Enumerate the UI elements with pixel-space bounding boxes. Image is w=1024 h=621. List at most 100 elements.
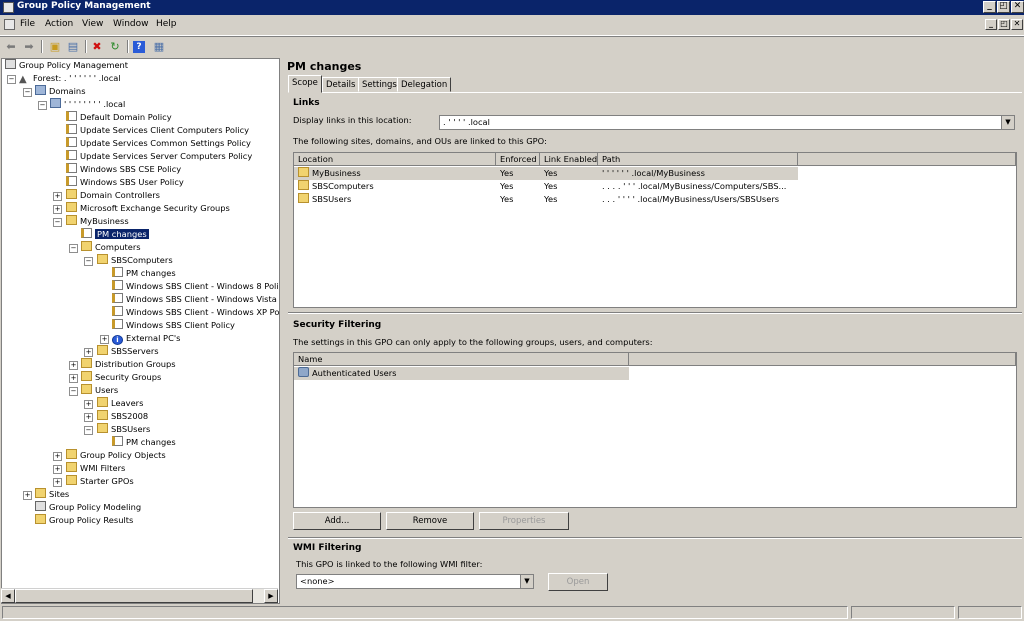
list-item[interactable]: Authenticated Users — [294, 367, 629, 380]
tree-node-pm-changes-3[interactable]: PM changes — [112, 436, 176, 448]
tree-node-forest[interactable]: ▲ Forest: . ' ' ' ' ' ' .local — [19, 72, 121, 85]
tree-node-users[interactable]: Users — [81, 384, 118, 396]
tree-node-leavers[interactable]: Leavers — [97, 397, 143, 409]
tree-node-sbs-vista[interactable]: Windows SBS Client - Windows Vista Po — [112, 293, 279, 305]
tab-delegation[interactable]: Delegation — [397, 77, 452, 92]
tree-node-sbscomputers[interactable]: SBSComputers — [97, 254, 173, 266]
tree-node-external-pcs[interactable]: i External PC's — [112, 332, 180, 345]
tree-node-default-domain-policy[interactable]: Default Domain Policy — [66, 111, 172, 123]
tree-node-exchange-groups[interactable]: Microsoft Exchange Security Groups — [66, 202, 230, 214]
expand-icon[interactable]: + — [84, 400, 93, 409]
expand-icon[interactable]: + — [84, 348, 93, 357]
tree-node-pm-changes-selected[interactable]: PM changes — [81, 228, 149, 240]
expand-icon[interactable]: + — [100, 335, 109, 344]
menu-help[interactable]: Help — [156, 19, 177, 29]
tree-node-starter-gpos[interactable]: Starter GPOs — [66, 475, 134, 487]
tab-details[interactable]: Details — [322, 77, 360, 92]
expand-icon[interactable]: + — [69, 361, 78, 370]
tree-node-domain-controllers[interactable]: Domain Controllers — [66, 189, 160, 201]
tree-node-domains[interactable]: Domains — [35, 85, 86, 97]
tree-node-sites[interactable]: Sites — [35, 488, 69, 500]
tree-horizontal-scrollbar[interactable]: ◀ ▶ — [1, 588, 278, 603]
open-button[interactable]: Open — [548, 573, 608, 591]
child-restore-button[interactable]: ◰ — [998, 19, 1010, 30]
restore-button[interactable]: ◰ — [997, 1, 1010, 13]
tree-node-mybusiness[interactable]: MyBusiness — [66, 215, 129, 227]
column-header-name[interactable]: Name — [294, 353, 629, 366]
menu-view[interactable]: View — [82, 19, 103, 29]
table-row[interactable]: MyBusiness Yes Yes ' ' ' ' ' ' .local/My… — [294, 167, 798, 180]
tree-node-gpo-objects[interactable]: Group Policy Objects — [66, 449, 166, 461]
tree-node-sbsservers[interactable]: SBSServers — [97, 345, 159, 357]
menu-file[interactable]: File — [20, 19, 35, 29]
tree-node-update-client[interactable]: Update Services Client Computers Policy — [66, 124, 249, 136]
scroll-thumb[interactable] — [15, 589, 253, 603]
collapse-icon[interactable]: − — [84, 426, 93, 435]
refresh-icon[interactable]: ↻ — [107, 39, 123, 54]
collapse-icon[interactable]: − — [69, 387, 78, 396]
tree-node-modeling[interactable]: Group Policy Modeling — [35, 501, 141, 513]
scroll-left-icon[interactable]: ◀ — [1, 589, 15, 603]
table-row[interactable]: SBSUsers Yes Yes . . . ' ' ' ' .local/My… — [294, 193, 798, 206]
expand-icon[interactable]: + — [53, 452, 62, 461]
tree-node-sbs-xp[interactable]: Windows SBS Client - Windows XP Polic — [112, 306, 279, 318]
tab-scope[interactable]: Scope — [288, 75, 322, 93]
collapse-icon[interactable]: − — [7, 75, 16, 84]
location-dropdown[interactable]: . ' ' ' ' .local ▼ — [439, 115, 1015, 130]
child-minimize-button[interactable]: _ — [985, 19, 997, 30]
tree-node-pm-changes-2[interactable]: PM changes — [112, 267, 176, 279]
delete-icon[interactable]: ✖ — [89, 39, 105, 54]
child-close-button[interactable]: ✕ — [1011, 19, 1023, 30]
tree-node-sbsusers[interactable]: SBSUsers — [97, 423, 150, 435]
close-button[interactable]: ✕ — [1011, 1, 1024, 13]
minimize-button[interactable]: _ — [983, 1, 996, 13]
tree-node-sbs-cse[interactable]: Windows SBS CSE Policy — [66, 163, 181, 175]
table-row[interactable]: SBSComputers Yes Yes . . . . ' ' ' .loca… — [294, 180, 798, 193]
dropdown-arrow-icon[interactable]: ▼ — [1001, 116, 1014, 129]
tree-node-computers[interactable]: Computers — [81, 241, 141, 253]
menu-window[interactable]: Window — [113, 19, 149, 29]
tree-node-root[interactable]: Group Policy Management — [5, 59, 128, 71]
tree-node-update-common[interactable]: Update Services Common Settings Policy — [66, 137, 251, 149]
tree-node-wmi-filters[interactable]: WMI Filters — [66, 462, 125, 474]
tree-node-sbs-client[interactable]: Windows SBS Client Policy — [112, 319, 235, 331]
wmi-filter-dropdown[interactable]: <none> ▼ — [296, 574, 534, 589]
expand-icon[interactable]: + — [69, 374, 78, 383]
scroll-right-icon[interactable]: ▶ — [264, 589, 278, 603]
back-arrow-icon[interactable]: ⬅ — [3, 39, 19, 54]
expand-icon[interactable]: + — [53, 192, 62, 201]
collapse-icon[interactable]: − — [84, 257, 93, 266]
tree-node-sbs2008[interactable]: SBS2008 — [97, 410, 148, 422]
expand-icon[interactable]: + — [84, 413, 93, 422]
collapse-icon[interactable]: − — [69, 244, 78, 253]
tree-node-update-server[interactable]: Update Services Server Computers Policy — [66, 150, 252, 162]
remove-button[interactable]: Remove — [386, 512, 474, 530]
forward-arrow-icon[interactable]: ➡ — [21, 39, 37, 54]
column-header-path[interactable]: Path — [598, 153, 798, 166]
dropdown-arrow-icon[interactable]: ▼ — [520, 575, 533, 588]
expand-icon[interactable]: + — [23, 491, 32, 500]
column-header-link-enabled[interactable]: Link Enabled — [540, 153, 598, 166]
tree-node-domain[interactable]: ' ' ' ' ' ' ' ' .local — [50, 98, 125, 110]
add-button[interactable]: Add... — [293, 512, 381, 530]
tree-node-sbs-user[interactable]: Windows SBS User Policy — [66, 176, 184, 188]
collapse-icon[interactable]: − — [23, 88, 32, 97]
properties-button[interactable]: Properties — [479, 512, 569, 530]
help-icon[interactable]: ? — [133, 41, 145, 53]
tree-node-distribution-groups[interactable]: Distribution Groups — [81, 358, 176, 370]
tree-node-sbs-win8[interactable]: Windows SBS Client - Windows 8 Policy — [112, 280, 279, 292]
tab-settings[interactable]: Settings — [358, 77, 401, 92]
up-folder-icon[interactable]: ▣ — [47, 39, 63, 54]
menu-action[interactable]: Action — [45, 19, 73, 29]
tree-node-results[interactable]: Group Policy Results — [35, 514, 133, 526]
expand-icon[interactable]: + — [53, 478, 62, 487]
expand-icon[interactable]: + — [53, 465, 62, 474]
expand-icon[interactable]: + — [53, 205, 62, 214]
show-hide-tree-icon[interactable]: ▤ — [65, 39, 81, 54]
column-header-enforced[interactable]: Enforced — [496, 153, 540, 166]
tree-node-security-groups[interactable]: Security Groups — [81, 371, 161, 383]
properties-icon[interactable]: ▦ — [151, 39, 167, 54]
collapse-icon[interactable]: − — [53, 218, 62, 227]
collapse-icon[interactable]: − — [38, 101, 47, 110]
column-header-location[interactable]: Location — [294, 153, 496, 166]
